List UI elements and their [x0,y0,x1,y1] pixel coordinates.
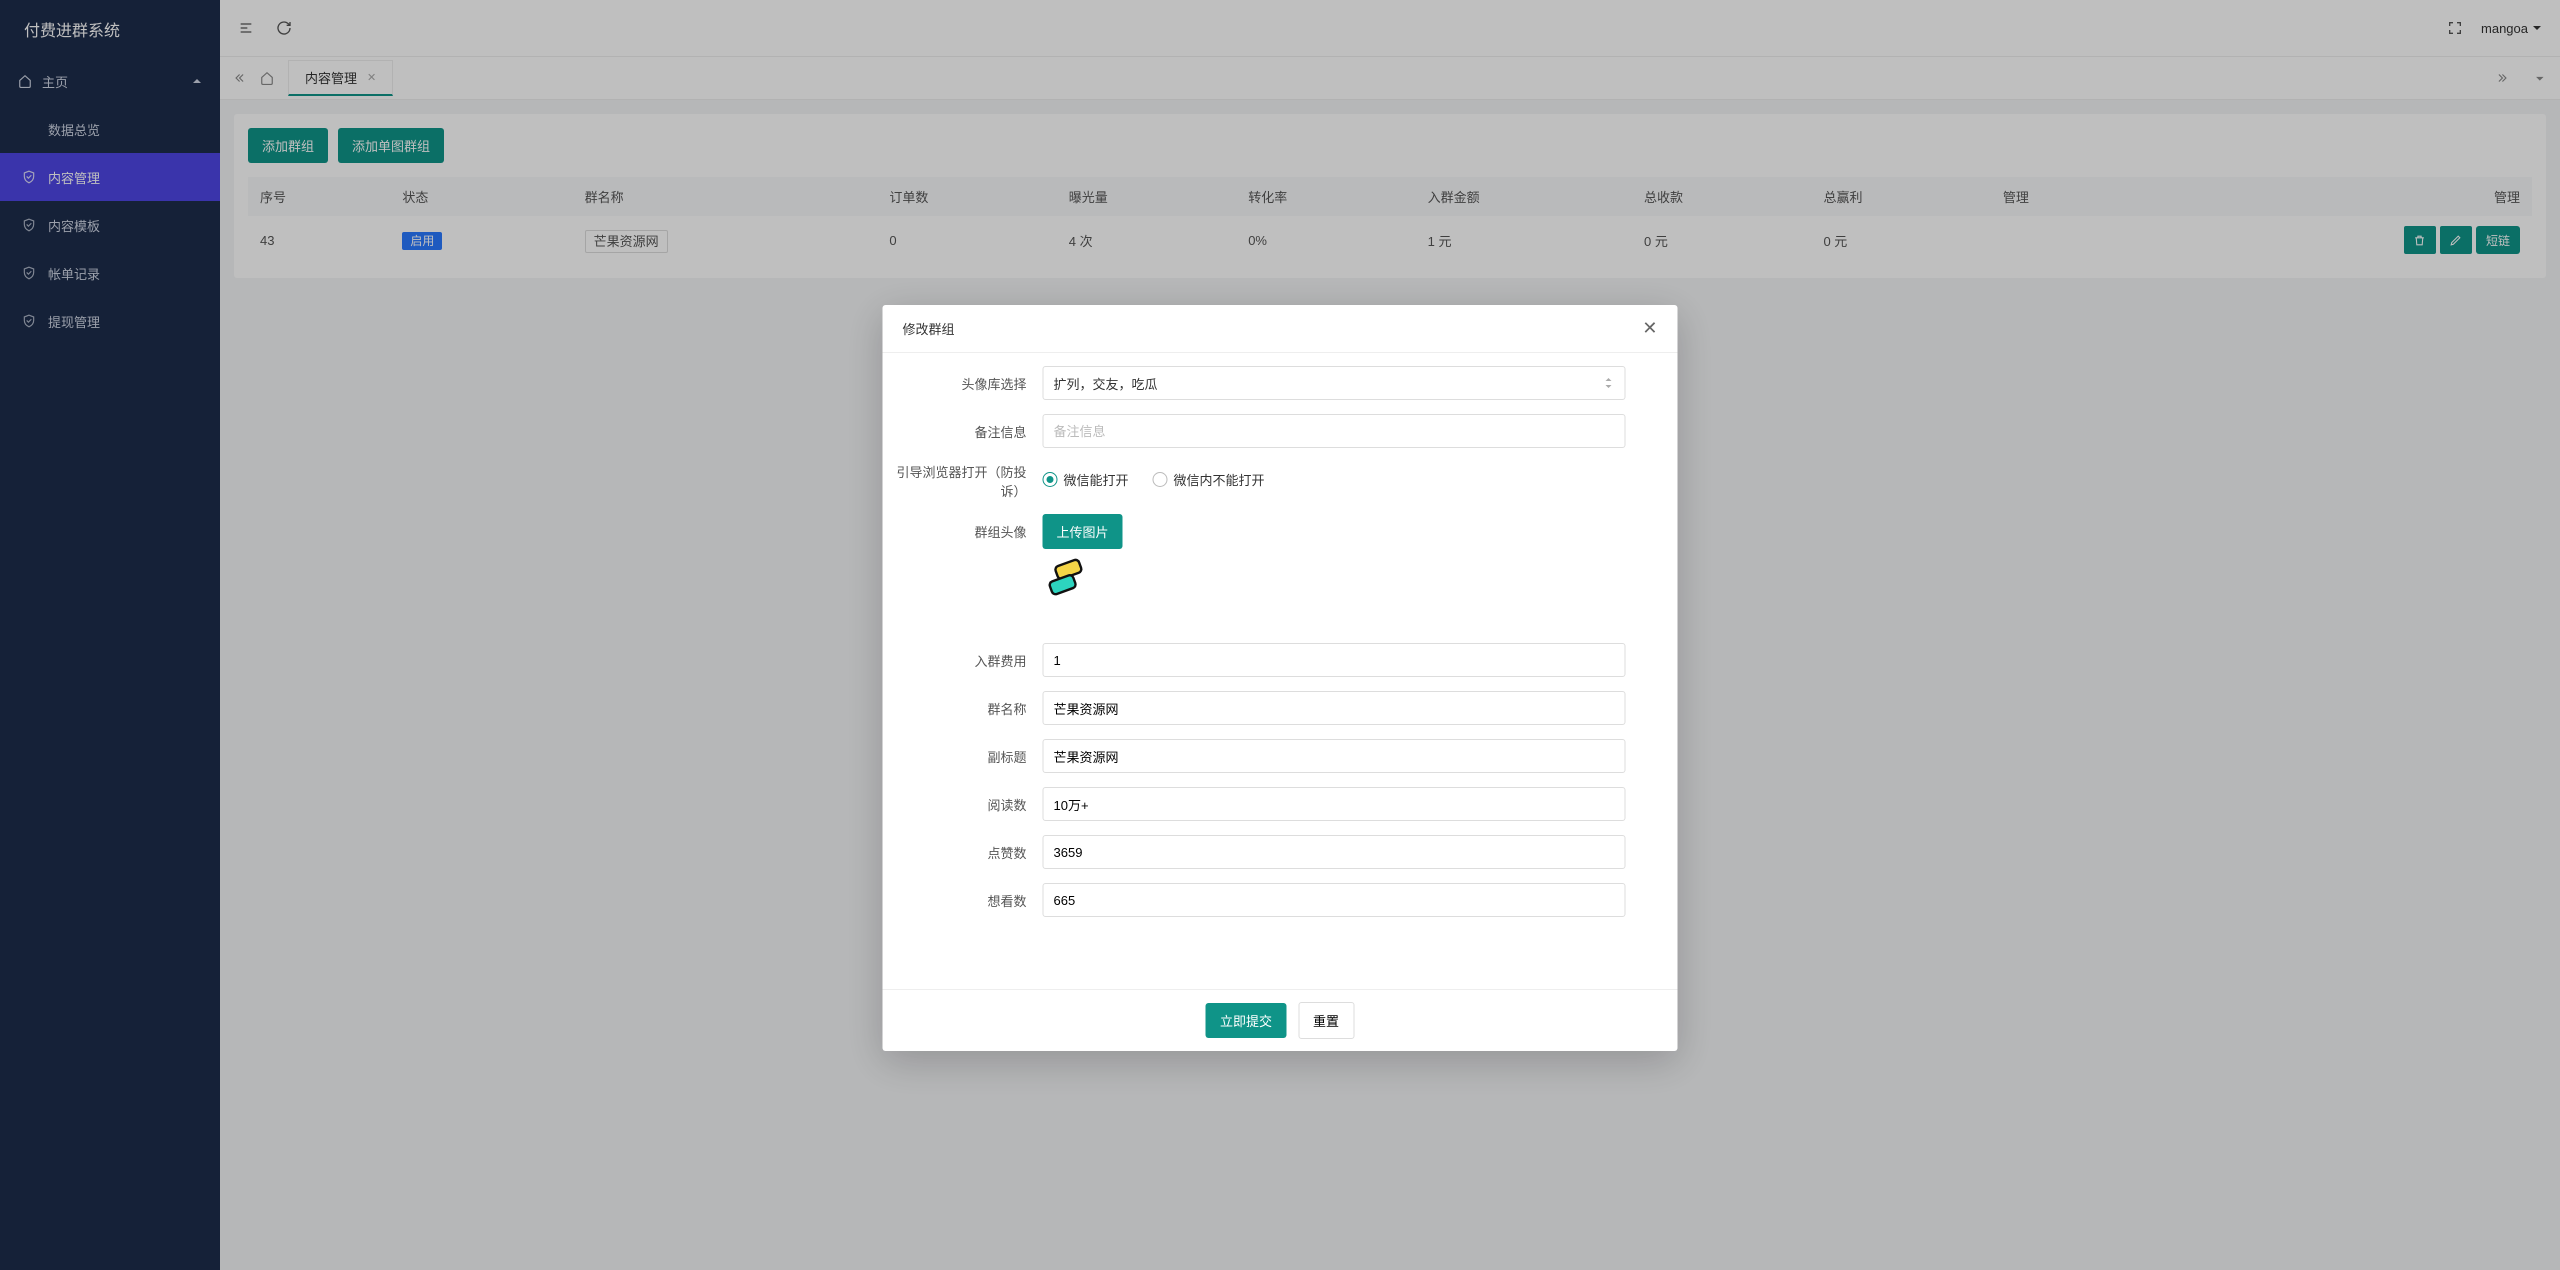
radio-wechat-blocked[interactable]: 微信内不能打开 [1153,470,1265,489]
modal-close-button[interactable]: ✕ [1642,318,1657,339]
label-reads: 阅读数 [883,787,1043,814]
likes-input[interactable] [1043,835,1626,869]
upload-image-button[interactable]: 上传图片 [1043,514,1123,549]
avatar-logo-icon [1043,555,1089,601]
label-remark: 备注信息 [883,414,1043,441]
avatar-preview[interactable] [1043,555,1089,601]
label-group-name: 群名称 [883,691,1043,718]
label-wants: 想看数 [883,883,1043,910]
select-arrows-icon [1603,377,1615,389]
radio-label: 微信内不能打开 [1174,470,1265,489]
label-subtitle: 副标题 [883,739,1043,766]
label-avatar-lib: 头像库选择 [883,366,1043,393]
radio-dot-icon [1043,472,1058,487]
modal-body[interactable]: 头像库选择 扩列，交友，吃瓜 备注信息 引导浏览器打开（防投诉） 微信能打开 [883,353,1678,989]
label-group-avatar: 群组头像 [883,514,1043,541]
modal-header: 修改群组 ✕ [883,305,1678,353]
label-join-fee: 入群费用 [883,643,1043,670]
radio-label: 微信能打开 [1064,470,1129,489]
label-likes: 点赞数 [883,835,1043,862]
remark-input[interactable] [1043,414,1626,448]
subtitle-input[interactable] [1043,739,1626,773]
modal-title: 修改群组 [903,319,955,338]
avatar-lib-select[interactable]: 扩列，交友，吃瓜 [1043,366,1626,400]
label-browser-guide: 引导浏览器打开（防投诉） [883,462,1043,500]
group-name-input[interactable] [1043,691,1626,725]
radio-wechat-open[interactable]: 微信能打开 [1043,470,1129,489]
radio-dot-icon [1153,472,1168,487]
edit-group-modal: 修改群组 ✕ 头像库选择 扩列，交友，吃瓜 备注信息 引导浏览器打开（防投诉） [883,305,1678,1051]
avatar-lib-value: 扩列，交友，吃瓜 [1054,374,1158,393]
join-fee-input[interactable] [1043,643,1626,677]
reads-input[interactable] [1043,787,1626,821]
submit-button[interactable]: 立即提交 [1206,1003,1286,1038]
reset-button[interactable]: 重置 [1298,1002,1354,1039]
wants-input[interactable] [1043,883,1626,917]
modal-footer: 立即提交 重置 [883,989,1678,1051]
